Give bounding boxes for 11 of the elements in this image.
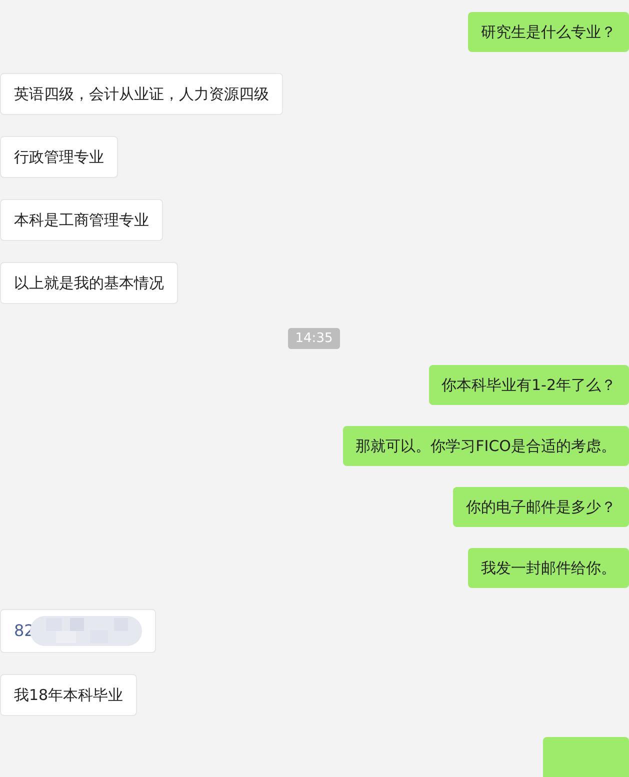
timestamp: 14:35 xyxy=(288,328,340,349)
message-bubble: 你本科毕业有1-2年了么？ xyxy=(428,365,629,405)
message-bubble: 我发一封邮件给你。 xyxy=(468,548,629,588)
message-bubble: 那就可以。你学习FICO是合适的考虑。 xyxy=(342,426,629,466)
message-bubble: 以上就是我的基本情况 xyxy=(0,262,178,304)
message-bubble: 我18年本科毕业 xyxy=(0,674,138,716)
message-bubble: 本科是工商管理专业 xyxy=(0,199,163,241)
message-bubble: 你的电子邮件是多少？ xyxy=(453,487,629,527)
message-bubble: 研究生是什么专业？ xyxy=(468,12,629,52)
message-bubble: 英语四级，会计从业证，人力资源四级 xyxy=(0,73,283,115)
message-bubble: 行政管理专业 xyxy=(0,136,118,178)
